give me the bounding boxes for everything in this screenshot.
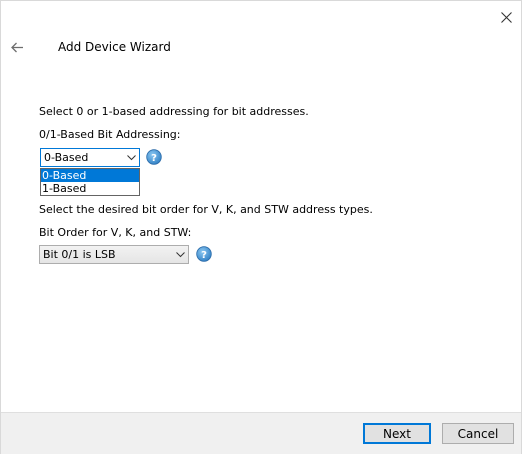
svg-text:?: ? [201,250,207,261]
close-button[interactable] [495,7,517,27]
cancel-button[interactable]: Cancel [442,423,514,444]
close-icon [500,11,512,23]
wizard-title: Add Device Wizard [58,40,171,54]
chevron-down-icon [172,246,188,263]
help-icon[interactable]: ? [146,149,162,165]
bit-order-dropdown-value: Bit 0/1 is LSB [43,248,116,261]
wizard-window: Add Device Wizard Select 0 or 1-based ad… [0,0,522,454]
help-icon[interactable]: ? [196,246,212,262]
addressing-dropdown[interactable]: 0-Based [40,148,140,167]
addressing-instruction: Select 0 or 1-based addressing for bit a… [39,105,309,118]
addressing-option-1-based[interactable]: 1-Based [41,182,139,195]
bit-order-label: Bit Order for V, K, and STW: [39,226,192,239]
addressing-options-list: 0-Based 1-Based [40,168,140,196]
addressing-dropdown-value: 0-Based [44,151,89,164]
bit-order-dropdown[interactable]: Bit 0/1 is LSB [39,245,189,264]
chevron-down-icon [123,149,139,166]
back-arrow-icon [10,42,23,52]
bit-order-instruction: Select the desired bit order for V, K, a… [39,203,373,216]
next-button[interactable]: Next [363,423,431,444]
wizard-footer: Next Cancel [1,412,521,454]
addressing-label: 0/1-Based Bit Addressing: [39,128,181,141]
svg-text:?: ? [151,153,157,164]
addressing-option-0-based[interactable]: 0-Based [41,169,139,182]
back-button[interactable] [7,37,27,57]
